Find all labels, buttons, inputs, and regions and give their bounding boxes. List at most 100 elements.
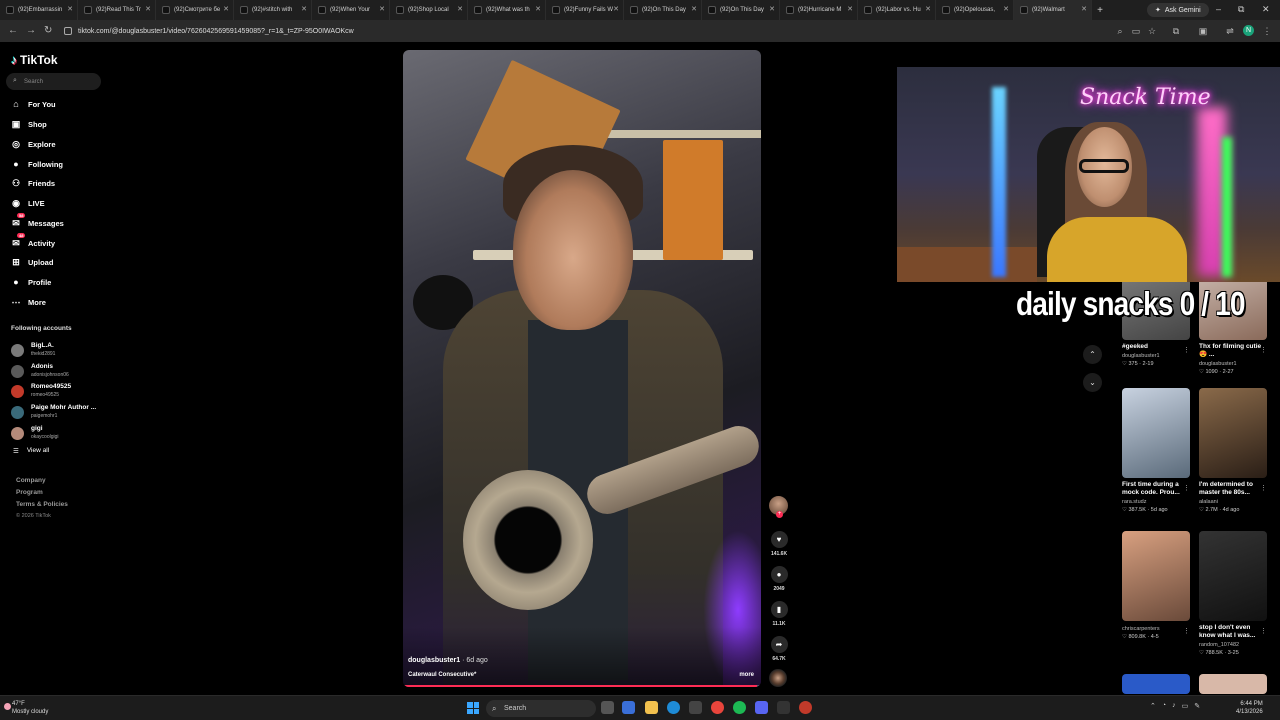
video-thumbnail[interactable] (1122, 674, 1190, 694)
close-tab-icon[interactable]: ✕ (223, 5, 229, 13)
caption-more-link[interactable]: more (739, 672, 754, 678)
browser-tab[interactable]: (92)Read This Tr ✕ (78, 0, 156, 20)
battery-icon[interactable]: ▭ (1182, 702, 1189, 710)
video-author[interactable]: chriscarpenters (1122, 626, 1190, 632)
close-tab-icon[interactable]: ✕ (1003, 5, 1009, 13)
forward-arrow-icon[interactable]: → (26, 25, 36, 36)
discord-icon[interactable] (755, 701, 768, 714)
site-info-icon[interactable] (64, 27, 72, 35)
ask-gemini-button[interactable]: ✦ Ask Gemini (1147, 3, 1209, 17)
close-tab-icon[interactable]: ✕ (535, 5, 541, 13)
profile-avatar[interactable]: N (1243, 25, 1254, 36)
chevron-up-icon[interactable]: ⌃ (1150, 702, 1156, 710)
browser-tab[interactable]: (92)Shop Local ✕ (390, 0, 468, 20)
chrome-icon[interactable] (711, 701, 724, 714)
recommended-video-card[interactable]: stop I don't even know what I was... rand… (1199, 531, 1267, 656)
obs-icon[interactable] (777, 701, 790, 714)
like-button[interactable]: ♥ 141.6K (765, 531, 793, 557)
more-options-icon[interactable]: ⋮ (1260, 627, 1267, 635)
video-author[interactable]: douglasbuster1 (1199, 361, 1267, 367)
follow-plus-icon[interactable]: + (776, 511, 783, 518)
sound-disc-icon[interactable] (769, 669, 787, 687)
browser-tab[interactable]: (92)Funny Fails W ✕ (546, 0, 624, 20)
browser-tab[interactable]: (92)What was th ✕ (468, 0, 546, 20)
browser-tab[interactable]: (92)When Your ✕ (312, 0, 390, 20)
bookmark-star-icon[interactable]: ☆ (1147, 26, 1157, 36)
close-tab-icon[interactable]: ✕ (1081, 5, 1087, 13)
author-name[interactable]: douglasbuster1 (408, 657, 460, 664)
sidebar-item-more[interactable]: ⋯ More (10, 295, 46, 309)
video-author[interactable]: rara.studz (1122, 499, 1190, 505)
back-arrow-icon[interactable]: ← (8, 25, 18, 36)
file-explorer-icon[interactable] (645, 701, 658, 714)
close-tab-icon[interactable]: ✕ (691, 5, 697, 13)
close-tab-icon[interactable]: ✕ (67, 5, 73, 13)
minimize-button[interactable]: – (1216, 4, 1221, 14)
spotify-icon[interactable] (733, 701, 746, 714)
url-field[interactable]: tiktok.com/@douglasbuster1/video/7626042… (60, 23, 1110, 39)
sidebar-item-live[interactable]: ◉ LIVE (10, 196, 45, 210)
video-thumbnail[interactable] (1199, 388, 1267, 478)
sidebar-item-upload[interactable]: ⊞ Upload (10, 255, 53, 269)
close-tab-icon[interactable]: ✕ (379, 5, 385, 13)
copilot-icon[interactable] (622, 701, 635, 714)
browser-tab[interactable]: (92)Labor vs. Hu ✕ (858, 0, 936, 20)
video-thumbnail[interactable] (1122, 531, 1190, 621)
video-author[interactable]: alalaani (1199, 499, 1267, 505)
recommended-video-card[interactable] (1122, 674, 1190, 694)
browser-tab[interactable]: (92)Смотрите бе ✕ (156, 0, 234, 20)
sidebar-panel-icon[interactable]: ▣ (1198, 26, 1208, 36)
browser-tab[interactable]: (92)Walmart ✕ (1014, 0, 1092, 20)
more-options-icon[interactable]: ⋮ (1183, 346, 1190, 354)
edge-icon[interactable] (667, 701, 680, 714)
sidebar-item-following[interactable]: ● Following (10, 157, 63, 171)
taskbar-search[interactable]: ⌕ Search (486, 700, 596, 717)
more-options-icon[interactable]: ⋮ (1183, 627, 1190, 635)
pen-icon[interactable]: ✎ (1194, 702, 1200, 710)
recommended-video-card[interactable] (1199, 674, 1267, 694)
task-view-icon[interactable] (601, 701, 614, 714)
sidebar-item-profile[interactable]: ● Profile (10, 275, 51, 289)
taskbar-clock[interactable]: 6:44 PM 4/13/2026 (1236, 700, 1263, 716)
sidebar-item-activity[interactable]: ✉ 48 Activity (10, 233, 55, 250)
search-input[interactable]: ⌕ Search (6, 73, 101, 90)
volume-icon[interactable]: ♪ (1172, 702, 1176, 710)
sidebar-item-explore[interactable]: ◎ Explore (10, 137, 55, 151)
close-tab-icon[interactable]: ✕ (457, 5, 463, 13)
close-tab-icon[interactable]: ✕ (145, 5, 151, 13)
more-options-icon[interactable]: ⋮ (1260, 346, 1267, 354)
browser-tab[interactable]: (92)On This Day ✕ (702, 0, 780, 20)
view-all-link[interactable]: ☰ View all (13, 447, 49, 455)
video-author[interactable]: random_107482 (1199, 642, 1267, 648)
maximize-button[interactable]: ⧉ (1238, 4, 1244, 15)
footer-link-program[interactable]: Program (16, 489, 43, 496)
video-author[interactable]: douglasbuster1 · 6d ago (408, 657, 488, 664)
close-tab-icon[interactable]: ✕ (847, 5, 853, 13)
reload-icon[interactable]: ↻ (44, 25, 52, 36)
close-window-button[interactable]: ✕ (1262, 4, 1270, 15)
browser-menu-icon[interactable]: ⋮ (1262, 26, 1272, 36)
footer-link-terms[interactable]: Terms & Policies (16, 501, 68, 508)
tiktok-logo[interactable]: ♪ TikTok (11, 53, 58, 67)
close-tab-icon[interactable]: ✕ (769, 5, 775, 13)
weather-widget[interactable]: 47°F Mostly cloudy (4, 700, 48, 716)
recommended-video-card[interactable]: chriscarpenters ♡ 809.8K · 4-5 ⋮ (1122, 531, 1190, 640)
browser-tab[interactable]: (92)Embarrassin ✕ (0, 0, 78, 20)
browser-tab[interactable]: (92)Hurricane M ✕ (780, 0, 858, 20)
sidebar-item-shop[interactable]: ▣ Shop (10, 117, 47, 131)
video-progress-bar[interactable] (403, 685, 761, 687)
video-thumbnail[interactable] (1199, 674, 1267, 694)
extensions-icon[interactable]: ⧉ (1171, 26, 1181, 36)
cast-icon[interactable]: ▭ (1131, 26, 1141, 36)
footer-link-company[interactable]: Company (16, 477, 46, 484)
recommended-video-card[interactable]: First time during a mock code. Prou... ra… (1122, 388, 1190, 513)
close-tab-icon[interactable]: ✕ (301, 5, 307, 13)
sidebar-item-messages[interactable]: ✉ 58 Messages (10, 213, 64, 230)
sidebar-item-for-you[interactable]: ⌂ For You (10, 97, 55, 111)
sidebar-item-friends[interactable]: ⚇ Friends (10, 176, 55, 190)
video-author[interactable]: douglasbuster1 (1122, 353, 1190, 359)
store-icon[interactable] (689, 701, 702, 714)
video-thumbnail[interactable] (1122, 388, 1190, 478)
save-button[interactable]: ▮ 11.1K (765, 601, 793, 627)
browser-tab[interactable]: (92)Opelousas, ✕ (936, 0, 1014, 20)
